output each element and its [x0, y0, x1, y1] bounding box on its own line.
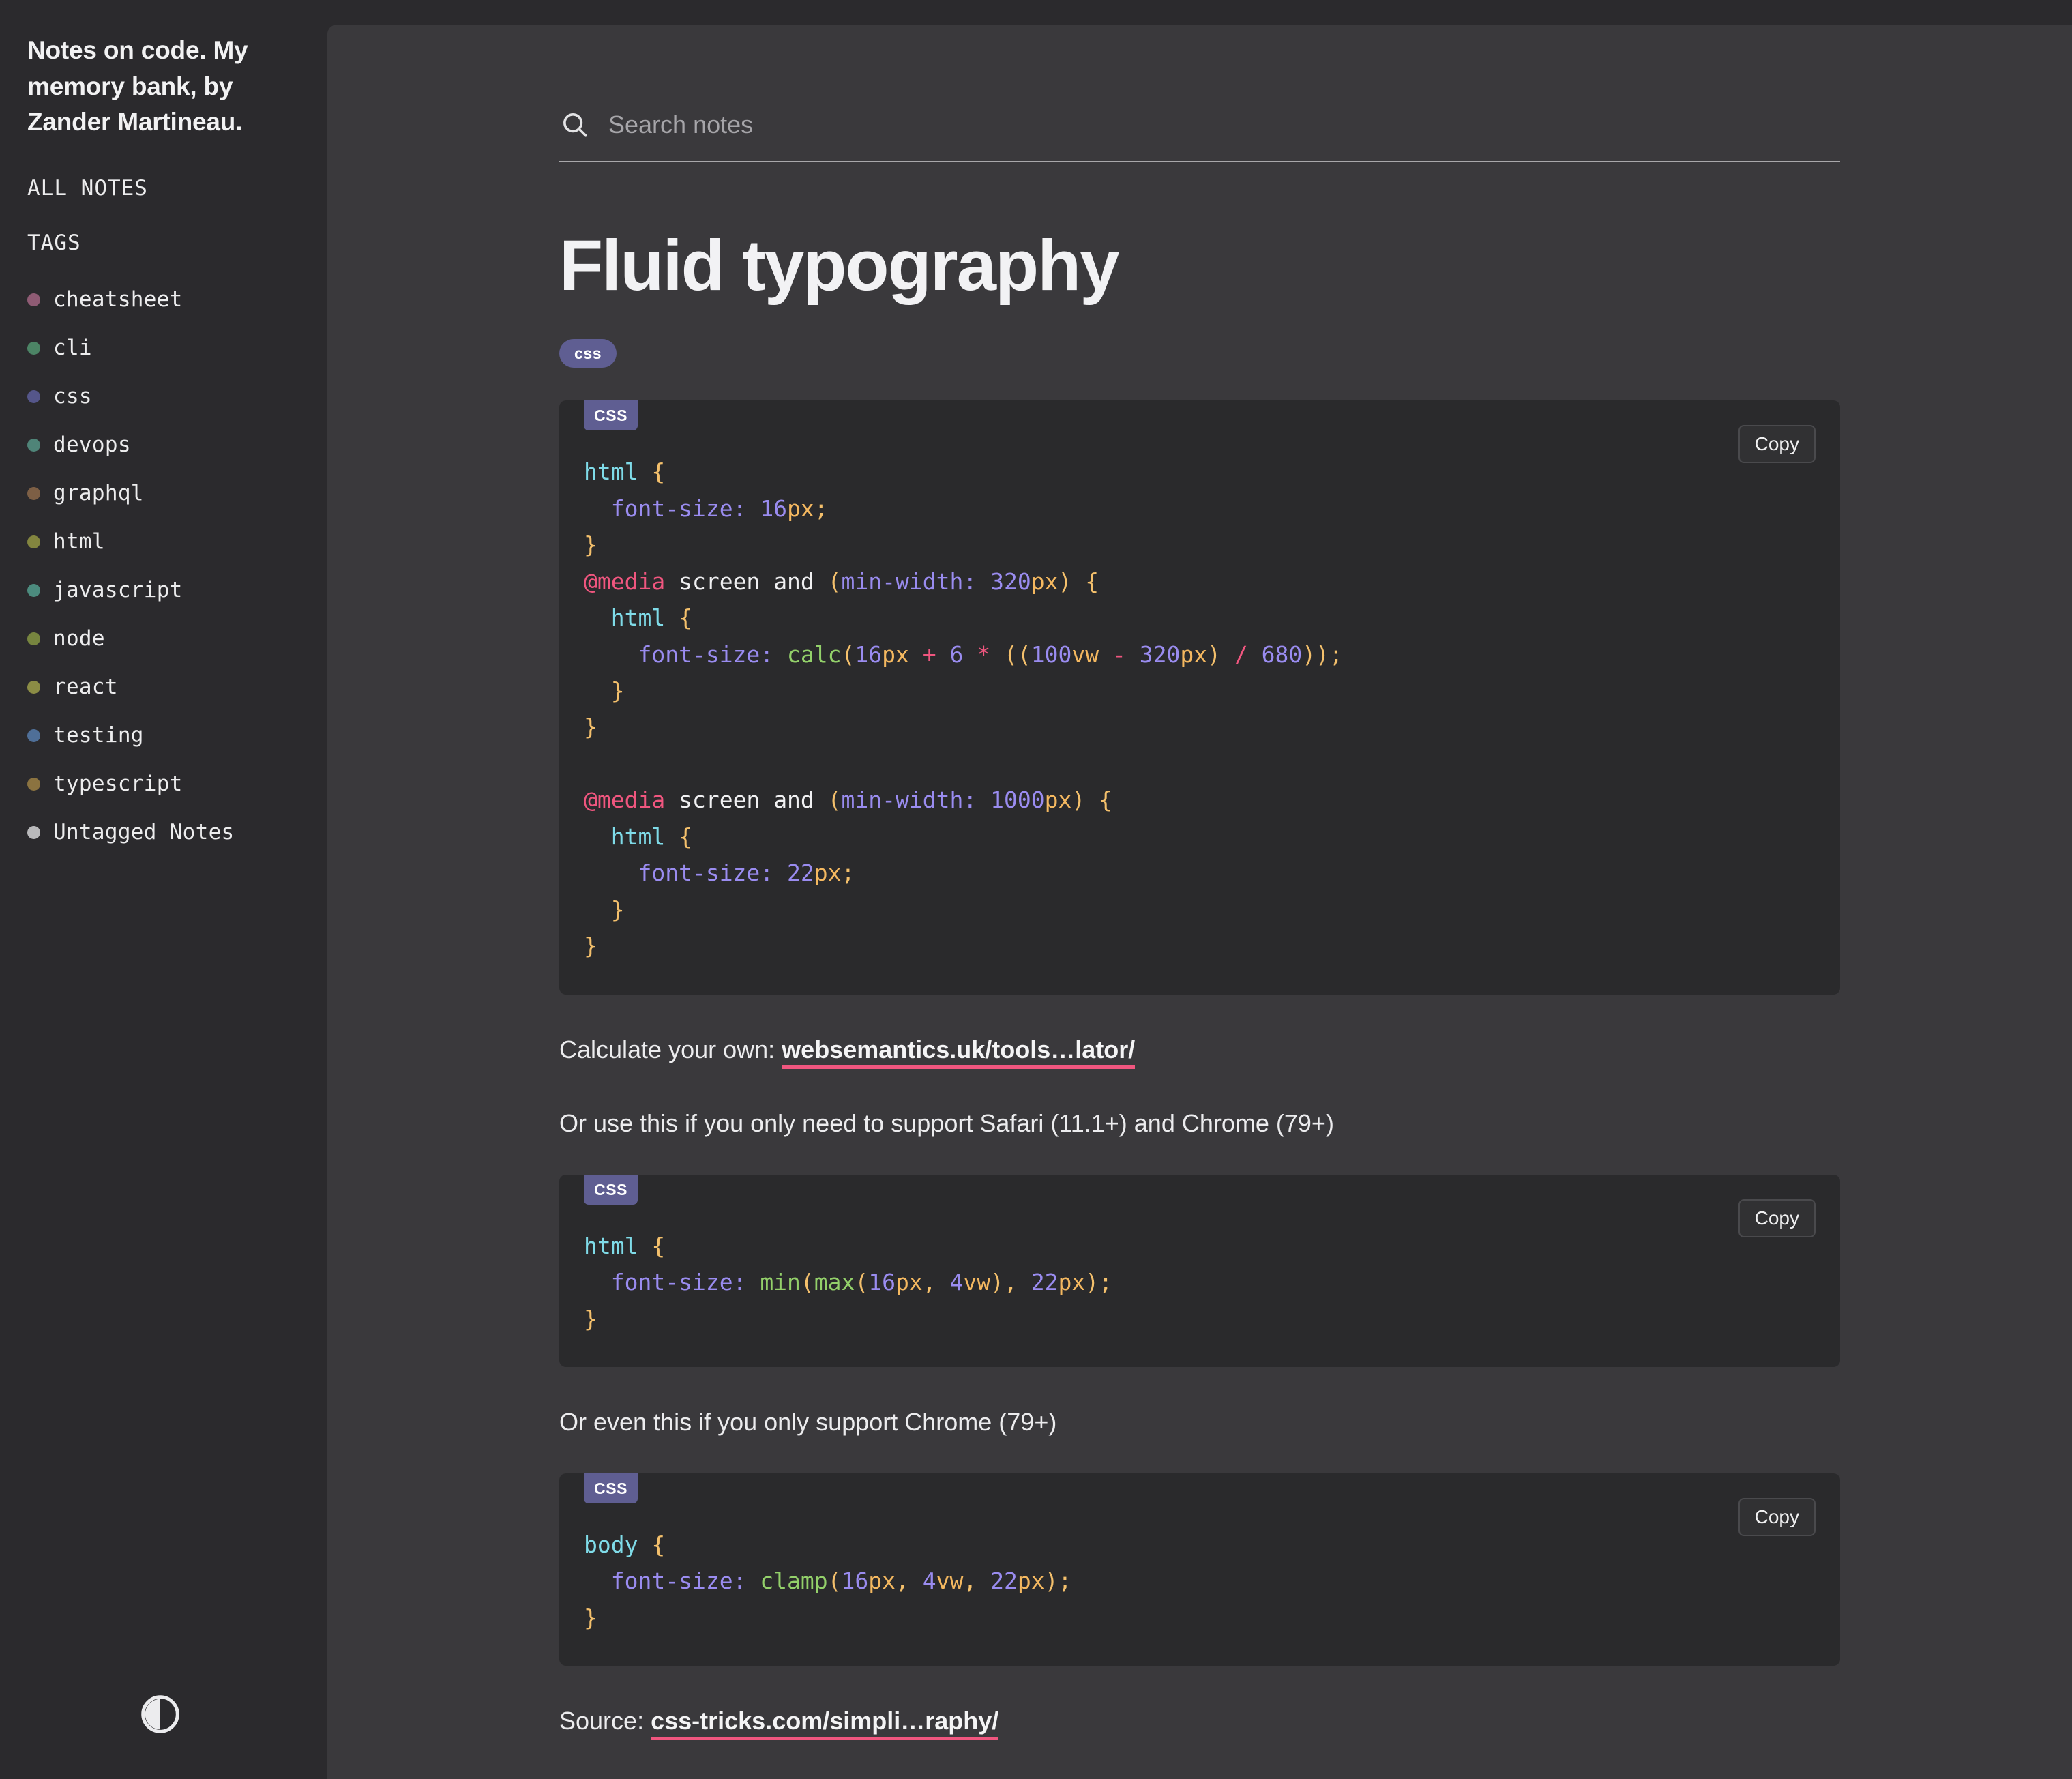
sidebar-tag-label: graphql — [53, 481, 144, 506]
code-language-badge: CSS — [584, 1473, 638, 1503]
sidebar-tag-label: typescript — [53, 771, 183, 797]
tag-color-dot — [27, 777, 40, 791]
app-root: Notes on code. My memory bank, by Zander… — [0, 0, 2072, 1779]
paragraph-text: Or even this if you only support Chrome … — [559, 1408, 1057, 1436]
search-bar[interactable] — [559, 25, 1840, 162]
search-input[interactable] — [608, 111, 1840, 139]
paragraph-text: Source: — [559, 1707, 651, 1735]
tag-color-dot — [27, 583, 40, 597]
tag-color-dot — [27, 486, 40, 500]
sidebar-tag-graphql[interactable]: graphql — [27, 469, 300, 518]
tag-color-dot — [27, 680, 40, 694]
sidebar-item-all-notes[interactable]: ALL NOTES — [27, 176, 300, 201]
code-content: body { font-size: clamp(16px, 4vw, 22px)… — [584, 1531, 1072, 1631]
code-content: html { font-size: 16px; } @media screen … — [584, 458, 1343, 960]
sidebar-tag-devops[interactable]: devops — [27, 421, 300, 469]
tag-color-dot — [27, 535, 40, 548]
copy-button[interactable]: Copy — [1738, 1199, 1816, 1237]
code-block: CSS Copy html { font-size: min(max(16px, 4… — [559, 1174, 1840, 1367]
external-link[interactable]: css-tricks.com/simpli…raphy/ — [651, 1707, 999, 1741]
sidebar-tag-css[interactable]: css — [27, 372, 300, 421]
code-content: html { font-size: min(max(16px, 4vw), 22… — [584, 1232, 1113, 1332]
tag-color-dot — [27, 825, 40, 839]
sidebar-tag-list: cheatsheet cli css devops graphql html javascr… — [27, 276, 300, 857]
copy-button[interactable]: Copy — [1738, 1498, 1816, 1537]
paragraph-text: Or use this if you only need to support … — [559, 1108, 1334, 1137]
sidebar-tag-label: html — [53, 529, 105, 555]
tag-color-dot — [27, 729, 40, 742]
code-block: CSS Copy html { font-size: 16px; } @media … — [559, 400, 1840, 995]
contrast-toggle-icon[interactable] — [138, 1692, 183, 1737]
sidebar-tag-cheatsheet[interactable]: cheatsheet — [27, 276, 300, 324]
site-title: Notes on code. My memory bank, by Zander… — [27, 36, 248, 136]
sidebar-tag-label: javascript — [53, 578, 183, 603]
note-paragraph: Source: css-tricks.com/simpli…raphy/ — [559, 1703, 1840, 1741]
sidebar-tag-node[interactable]: node — [27, 615, 300, 663]
tag-color-dot — [27, 341, 40, 355]
tag-color-dot — [27, 293, 40, 306]
sidebar-tag-testing[interactable]: testing — [27, 711, 300, 760]
sidebar-tag-html[interactable]: html — [27, 518, 300, 566]
sidebar-tag-javascript[interactable]: javascript — [27, 566, 300, 615]
note-tag-list: css — [559, 339, 1840, 368]
sidebar: Notes on code. My memory bank, by Zander… — [0, 0, 327, 1779]
code-language-badge: CSS — [584, 1174, 638, 1205]
sidebar-tag-label: react — [53, 675, 118, 700]
note-tag-pill[interactable]: css — [559, 339, 617, 368]
sidebar-tag-typescript[interactable]: typescript — [27, 760, 300, 808]
main-panel: Fluid typography css CSS Copy html { font-… — [327, 25, 2072, 1779]
note-paragraph: Calculate your own: websemantics.uk/tool… — [559, 1031, 1840, 1069]
sidebar-tag-label: cheatsheet — [53, 287, 183, 312]
copy-button[interactable]: Copy — [1738, 425, 1816, 464]
sidebar-tag-label: devops — [53, 432, 131, 458]
note-paragraph: Or use this if you only need to support … — [559, 1105, 1840, 1142]
half-circle-icon — [141, 1695, 179, 1733]
sidebar-tags-heading: TAGS — [27, 230, 81, 255]
tag-color-dot — [27, 438, 40, 452]
code-block: CSS Copy body { font-size: clamp(16px, 4vw… — [559, 1473, 1840, 1666]
note-body: CSS Copy html { font-size: 16px; } @media … — [559, 400, 1840, 1741]
page-title: Fluid typography — [559, 226, 1120, 306]
tag-color-dot — [27, 632, 40, 645]
sidebar-tag-cli[interactable]: cli — [27, 324, 300, 372]
main-content: Fluid typography css CSS Copy html { font-… — [327, 25, 2072, 1779]
sidebar-tag-label: css — [53, 384, 92, 409]
code-language-badge: CSS — [584, 400, 638, 431]
sidebar-tag-react[interactable]: react — [27, 663, 300, 711]
sidebar-tag-label: Untagged Notes — [53, 820, 235, 845]
sidebar-tag-label: testing — [53, 723, 144, 748]
sidebar-tag-label: node — [53, 626, 105, 651]
external-link[interactable]: websemantics.uk/tools…lator/ — [782, 1035, 1136, 1069]
sidebar-tag-label: cli — [53, 336, 92, 361]
search-icon — [563, 113, 587, 137]
paragraph-text: Calculate your own: — [559, 1035, 782, 1063]
note-paragraph: Or even this if you only support Chrome … — [559, 1404, 1840, 1441]
sidebar-tag-untagged-notes[interactable]: Untagged Notes — [27, 808, 300, 857]
tag-color-dot — [27, 389, 40, 403]
